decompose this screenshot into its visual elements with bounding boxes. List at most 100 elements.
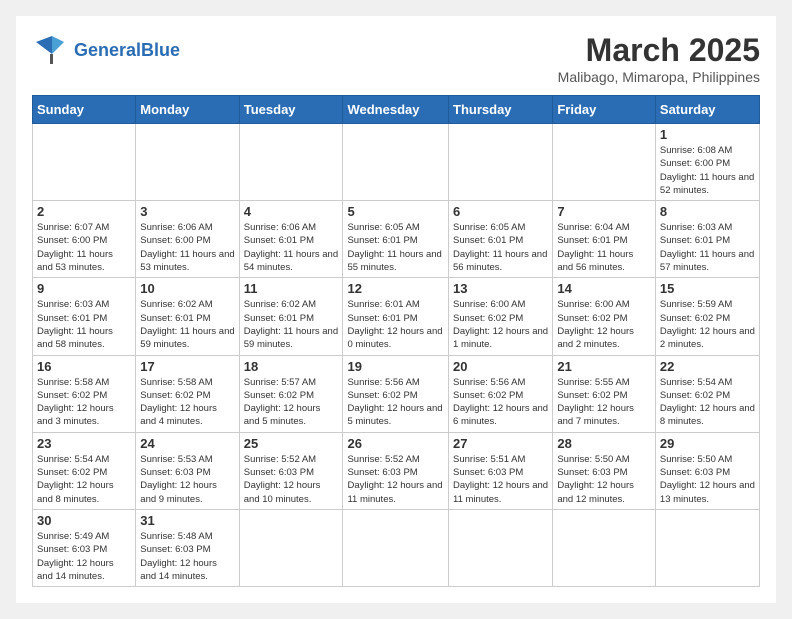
day-number: 11 [244, 281, 339, 296]
calendar-week-row: 16 Sunrise: 5:58 AM Sunset: 6:02 PM Dayli… [33, 355, 760, 432]
day-number: 23 [37, 436, 131, 451]
calendar-cell: 12 Sunrise: 6:01 AM Sunset: 6:01 PM Dayli… [343, 278, 449, 355]
calendar: SundayMondayTuesdayWednesdayThursdayFrid… [32, 95, 760, 587]
day-number: 30 [37, 513, 131, 528]
day-number: 13 [453, 281, 548, 296]
day-info: Sunrise: 6:05 AM Sunset: 6:01 PM Dayligh… [347, 221, 444, 274]
day-info: Sunrise: 5:48 AM Sunset: 6:03 PM Dayligh… [140, 530, 234, 583]
calendar-cell: 25 Sunrise: 5:52 AM Sunset: 6:03 PM Dayli… [239, 432, 343, 509]
calendar-cell: 7Sunrise: 6:04 AM Sunset: 6:01 PM Daylig… [553, 201, 656, 278]
generalblue-logo-icon [32, 32, 68, 68]
calendar-week-row: 30Sunrise: 5:49 AM Sunset: 6:03 PM Dayli… [33, 509, 760, 586]
day-number: 3 [140, 204, 234, 219]
day-number: 8 [660, 204, 755, 219]
logo-general: General [74, 40, 141, 60]
weekday-header-friday: Friday [553, 96, 656, 124]
day-number: 16 [37, 359, 131, 374]
calendar-cell: 19 Sunrise: 5:56 AM Sunset: 6:02 PM Dayli… [343, 355, 449, 432]
calendar-cell: 6 Sunrise: 6:05 AM Sunset: 6:01 PM Daylig… [449, 201, 553, 278]
day-number: 22 [660, 359, 755, 374]
day-info: Sunrise: 6:07 AM Sunset: 6:00 PM Dayligh… [37, 221, 131, 274]
calendar-cell: 4 Sunrise: 6:06 AM Sunset: 6:01 PM Daylig… [239, 201, 343, 278]
header: GeneralBlue March 2025 Malibago, Mimarop… [32, 32, 760, 85]
calendar-cell: 21Sunrise: 5:55 AM Sunset: 6:02 PM Dayli… [553, 355, 656, 432]
day-info: Sunrise: 5:54 AM Sunset: 6:02 PM Dayligh… [37, 453, 131, 506]
calendar-cell: 3Sunrise: 6:06 AM Sunset: 6:00 PM Daylig… [136, 201, 239, 278]
title-block: March 2025 Malibago, Mimaropa, Philippin… [558, 32, 760, 85]
calendar-week-row: 23 Sunrise: 5:54 AM Sunset: 6:02 PM Dayli… [33, 432, 760, 509]
day-number: 4 [244, 204, 339, 219]
calendar-cell [449, 509, 553, 586]
weekday-header-tuesday: Tuesday [239, 96, 343, 124]
day-number: 20 [453, 359, 548, 374]
calendar-week-row: 9 Sunrise: 6:03 AM Sunset: 6:01 PM Daylig… [33, 278, 760, 355]
day-info: Sunrise: 6:00 AM Sunset: 6:02 PM Dayligh… [557, 298, 651, 351]
day-number: 17 [140, 359, 234, 374]
calendar-cell: 8 Sunrise: 6:03 AM Sunset: 6:01 PM Daylig… [655, 201, 759, 278]
calendar-cell [449, 124, 553, 201]
day-info: Sunrise: 6:01 AM Sunset: 6:01 PM Dayligh… [347, 298, 444, 351]
day-number: 31 [140, 513, 234, 528]
weekday-header-sunday: Sunday [33, 96, 136, 124]
calendar-cell [239, 509, 343, 586]
day-info: Sunrise: 6:03 AM Sunset: 6:01 PM Dayligh… [660, 221, 755, 274]
page: GeneralBlue March 2025 Malibago, Mimarop… [16, 16, 776, 603]
day-number: 27 [453, 436, 548, 451]
calendar-cell: 24Sunrise: 5:53 AM Sunset: 6:03 PM Dayli… [136, 432, 239, 509]
calendar-cell [136, 124, 239, 201]
day-info: Sunrise: 6:02 AM Sunset: 6:01 PM Dayligh… [244, 298, 339, 351]
day-info: Sunrise: 5:52 AM Sunset: 6:03 PM Dayligh… [244, 453, 339, 506]
day-number: 6 [453, 204, 548, 219]
weekday-header-row: SundayMondayTuesdayWednesdayThursdayFrid… [33, 96, 760, 124]
day-number: 5 [347, 204, 444, 219]
day-info: Sunrise: 5:55 AM Sunset: 6:02 PM Dayligh… [557, 376, 651, 429]
month-title: March 2025 [558, 32, 760, 69]
day-info: Sunrise: 6:00 AM Sunset: 6:02 PM Dayligh… [453, 298, 548, 351]
calendar-cell: 15 Sunrise: 5:59 AM Sunset: 6:02 PM Dayli… [655, 278, 759, 355]
day-info: Sunrise: 6:03 AM Sunset: 6:01 PM Dayligh… [37, 298, 131, 351]
calendar-cell: 11 Sunrise: 6:02 AM Sunset: 6:01 PM Dayli… [239, 278, 343, 355]
calendar-cell: 26Sunrise: 5:52 AM Sunset: 6:03 PM Dayli… [343, 432, 449, 509]
day-info: Sunrise: 6:02 AM Sunset: 6:01 PM Dayligh… [140, 298, 234, 351]
calendar-cell: 17 Sunrise: 5:58 AM Sunset: 6:02 PM Dayli… [136, 355, 239, 432]
day-number: 19 [347, 359, 444, 374]
weekday-header-saturday: Saturday [655, 96, 759, 124]
day-info: Sunrise: 5:50 AM Sunset: 6:03 PM Dayligh… [660, 453, 755, 506]
day-number: 15 [660, 281, 755, 296]
calendar-cell [553, 124, 656, 201]
day-number: 18 [244, 359, 339, 374]
day-info: Sunrise: 5:58 AM Sunset: 6:02 PM Dayligh… [37, 376, 131, 429]
day-info: Sunrise: 6:08 AM Sunset: 6:00 PM Dayligh… [660, 144, 755, 197]
calendar-cell [239, 124, 343, 201]
day-info: Sunrise: 6:06 AM Sunset: 6:01 PM Dayligh… [244, 221, 339, 274]
day-info: Sunrise: 5:56 AM Sunset: 6:02 PM Dayligh… [347, 376, 444, 429]
day-info: Sunrise: 5:59 AM Sunset: 6:02 PM Dayligh… [660, 298, 755, 351]
calendar-week-row: 2 Sunrise: 6:07 AM Sunset: 6:00 PM Daylig… [33, 201, 760, 278]
day-number: 9 [37, 281, 131, 296]
calendar-cell: 10 Sunrise: 6:02 AM Sunset: 6:01 PM Dayli… [136, 278, 239, 355]
day-number: 1 [660, 127, 755, 142]
calendar-cell [553, 509, 656, 586]
day-number: 2 [37, 204, 131, 219]
day-info: Sunrise: 5:58 AM Sunset: 6:02 PM Dayligh… [140, 376, 234, 429]
calendar-cell: 13 Sunrise: 6:00 AM Sunset: 6:02 PM Dayli… [449, 278, 553, 355]
calendar-cell: 31 Sunrise: 5:48 AM Sunset: 6:03 PM Dayli… [136, 509, 239, 586]
calendar-cell: 29 Sunrise: 5:50 AM Sunset: 6:03 PM Dayli… [655, 432, 759, 509]
location-subtitle: Malibago, Mimaropa, Philippines [558, 69, 760, 85]
day-number: 10 [140, 281, 234, 296]
calendar-cell: 22Sunrise: 5:54 AM Sunset: 6:02 PM Dayli… [655, 355, 759, 432]
day-number: 14 [557, 281, 651, 296]
calendar-cell: 16 Sunrise: 5:58 AM Sunset: 6:02 PM Dayli… [33, 355, 136, 432]
weekday-header-monday: Monday [136, 96, 239, 124]
day-info: Sunrise: 6:05 AM Sunset: 6:01 PM Dayligh… [453, 221, 548, 274]
day-number: 26 [347, 436, 444, 451]
logo-text: GeneralBlue [74, 41, 180, 59]
calendar-cell: 28Sunrise: 5:50 AM Sunset: 6:03 PM Dayli… [553, 432, 656, 509]
calendar-cell: 1 Sunrise: 6:08 AM Sunset: 6:00 PM Daylig… [655, 124, 759, 201]
day-number: 12 [347, 281, 444, 296]
day-number: 25 [244, 436, 339, 451]
day-number: 29 [660, 436, 755, 451]
calendar-cell: 14 Sunrise: 6:00 AM Sunset: 6:02 PM Dayli… [553, 278, 656, 355]
calendar-cell [343, 509, 449, 586]
day-info: Sunrise: 5:53 AM Sunset: 6:03 PM Dayligh… [140, 453, 234, 506]
